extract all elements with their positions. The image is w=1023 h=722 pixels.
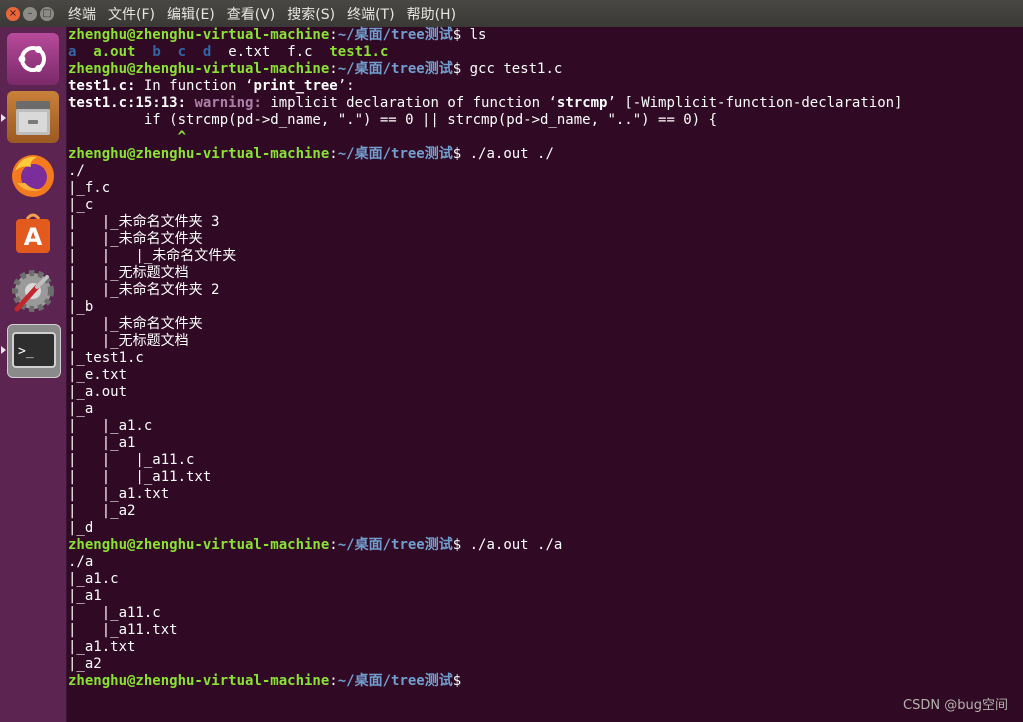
prompt-user: zhenghu@zhenghu-virtual-machine — [68, 27, 330, 43]
ls-entry: b — [152, 44, 161, 60]
tree-line: | |_无标题文档 — [68, 333, 189, 349]
compiler-warning-line: test1.c:15:13: warning: implicit declara… — [68, 95, 903, 112]
file-manager-icon[interactable] — [7, 91, 59, 143]
firefox-icon[interactable] — [7, 149, 59, 201]
ubuntu-dash-icon[interactable] — [7, 33, 59, 85]
tree-line: | |_a11.txt — [68, 622, 178, 638]
terminal-icon[interactable]: >_ — [7, 324, 61, 378]
prompt-path: ~/桌面/tree测试 — [337, 537, 453, 553]
warn-text: In function ‘ — [143, 78, 254, 94]
tree-line: | | |_未命名文件夹 — [68, 248, 237, 264]
minimize-icon[interactable]: – — [23, 6, 37, 21]
menu-help[interactable]: 帮助(H) — [407, 4, 456, 24]
warn-text: implicit declaration of function ‘ — [270, 95, 557, 111]
command-text: ./a.out ./a — [469, 537, 563, 553]
prompt-user: zhenghu@zhenghu-virtual-machine — [68, 61, 330, 77]
tree-line: |_a — [68, 401, 94, 417]
command-text: gcc test1.c — [469, 61, 563, 77]
prompt-line: zhenghu@zhenghu-virtual-machine:~/桌面/tre… — [68, 537, 563, 553]
prompt-line: zhenghu@zhenghu-virtual-machine:~/桌面/tre… — [68, 146, 554, 162]
svg-text:A: A — [24, 223, 43, 251]
warn-function: strcmp — [556, 95, 608, 111]
tree-line: | |_无标题文档 — [68, 265, 189, 281]
tree-line: ./ — [68, 163, 85, 179]
system-settings-icon[interactable] — [7, 265, 59, 317]
ls-output-line: a a.out b c d e.txt f.c test1.c — [68, 44, 388, 61]
tree-line: | |_a1.c — [68, 418, 153, 434]
tree-line: | |_a2 — [68, 503, 136, 519]
close-icon[interactable]: × — [6, 6, 20, 21]
tree-line: | |_a11.c — [68, 605, 161, 621]
tree-line: |_test1.c — [68, 350, 144, 366]
prompt-line: zhenghu@zhenghu-virtual-machine:~/桌面/tre… — [68, 673, 462, 689]
ls-entry: d — [202, 44, 212, 60]
maximize-icon[interactable]: □ — [40, 6, 54, 21]
menu-terminal-app[interactable]: 终端 — [68, 4, 96, 24]
tree-line: |_a2 — [68, 656, 102, 672]
tree-line: |_c — [68, 197, 94, 213]
warning-caret: ^ — [68, 129, 187, 145]
prompt-user: zhenghu@zhenghu-virtual-machine — [68, 146, 330, 162]
prompt-path: ~/桌面/tree测试 — [337, 27, 453, 43]
warn-function: print_tree — [253, 78, 338, 94]
ls-entry: c — [177, 44, 187, 60]
tree-line: | |_a1.txt — [68, 486, 170, 502]
ls-entry: e.txt — [228, 44, 271, 60]
tree-line: | |_a1 — [68, 435, 136, 451]
tree-line: ./a — [68, 554, 94, 570]
tree-line: | |_未命名文件夹 — [68, 316, 203, 332]
warn-flag: ’ [-Wimplicit-function-declaration] — [607, 95, 903, 111]
ls-entry: a — [68, 44, 77, 60]
tree-line: | | |_a11.txt — [68, 469, 212, 485]
command-text: ls — [469, 27, 487, 43]
warn-file: test1.c: — [68, 78, 136, 94]
command-text: ./a.out ./ — [469, 146, 554, 162]
warn-label: warning: — [194, 95, 262, 111]
tree-line: | |_未命名文件夹 2 — [68, 282, 220, 298]
running-indicator — [1, 346, 6, 354]
tree-line: |_e.txt — [68, 367, 128, 383]
tree-line: |_a1.txt — [68, 639, 136, 655]
tree-line: | |_未命名文件夹 3 — [68, 214, 220, 230]
tree-line: |_a.out — [68, 384, 128, 400]
prompt-line: zhenghu@zhenghu-virtual-machine:~/桌面/tre… — [68, 27, 487, 43]
terminal-output[interactable]: zhenghu@zhenghu-virtual-machine:~/桌面/tre… — [67, 27, 1023, 722]
ls-entry: a.out — [93, 44, 136, 60]
prompt-path: ~/桌面/tree测试 — [337, 61, 453, 77]
menu-terminal[interactable]: 终端(T) — [347, 4, 394, 24]
launcher: A >_ — [0, 27, 67, 722]
tree-line: |_f.c — [68, 180, 111, 196]
svg-text:>_: >_ — [18, 344, 34, 359]
tree-line: | |_未命名文件夹 — [68, 231, 203, 247]
menu-edit[interactable]: 编辑(E) — [167, 4, 215, 24]
menu-search[interactable]: 搜索(S) — [287, 4, 335, 24]
running-indicator — [1, 114, 6, 122]
ls-entry: test1.c — [329, 44, 389, 60]
window-controls: × – □ — [6, 6, 54, 21]
prompt-user: zhenghu@zhenghu-virtual-machine — [68, 537, 330, 553]
menu-bar: 终端 文件(F) 编辑(E) 查看(V) 搜索(S) 终端(T) 帮助(H) — [68, 4, 468, 24]
software-center-icon[interactable]: A — [7, 207, 59, 259]
menu-view[interactable]: 查看(V) — [227, 4, 276, 24]
menu-file[interactable]: 文件(F) — [108, 4, 155, 24]
ls-entry: f.c — [287, 44, 313, 60]
tree-line: |_a1.c — [68, 571, 119, 587]
prompt-user: zhenghu@zhenghu-virtual-machine — [68, 673, 330, 689]
prompt-line: zhenghu@zhenghu-virtual-machine:~/桌面/tre… — [68, 61, 563, 77]
prompt-path: ~/桌面/tree测试 — [337, 146, 453, 162]
warning-code-line: if (strcmp(pd->d_name, ".") == 0 || strc… — [68, 112, 718, 128]
compiler-message-line: test1.c: In function ‘print_tree’: — [68, 78, 355, 95]
window-titlebar: × – □ 终端 文件(F) 编辑(E) 查看(V) 搜索(S) 终端(T) 帮… — [0, 0, 1023, 27]
tree-line: |_b — [68, 299, 94, 315]
tree-line: |_a1 — [68, 588, 102, 604]
tree-line: | | |_a11.c — [68, 452, 195, 468]
prompt-path: ~/桌面/tree测试 — [337, 673, 453, 689]
warn-text: ’: — [337, 78, 355, 94]
watermark: CSDN @bug空间 — [903, 698, 1008, 713]
warn-location: test1.c:15:13: — [68, 95, 187, 111]
tree-line: |_d — [68, 520, 94, 536]
